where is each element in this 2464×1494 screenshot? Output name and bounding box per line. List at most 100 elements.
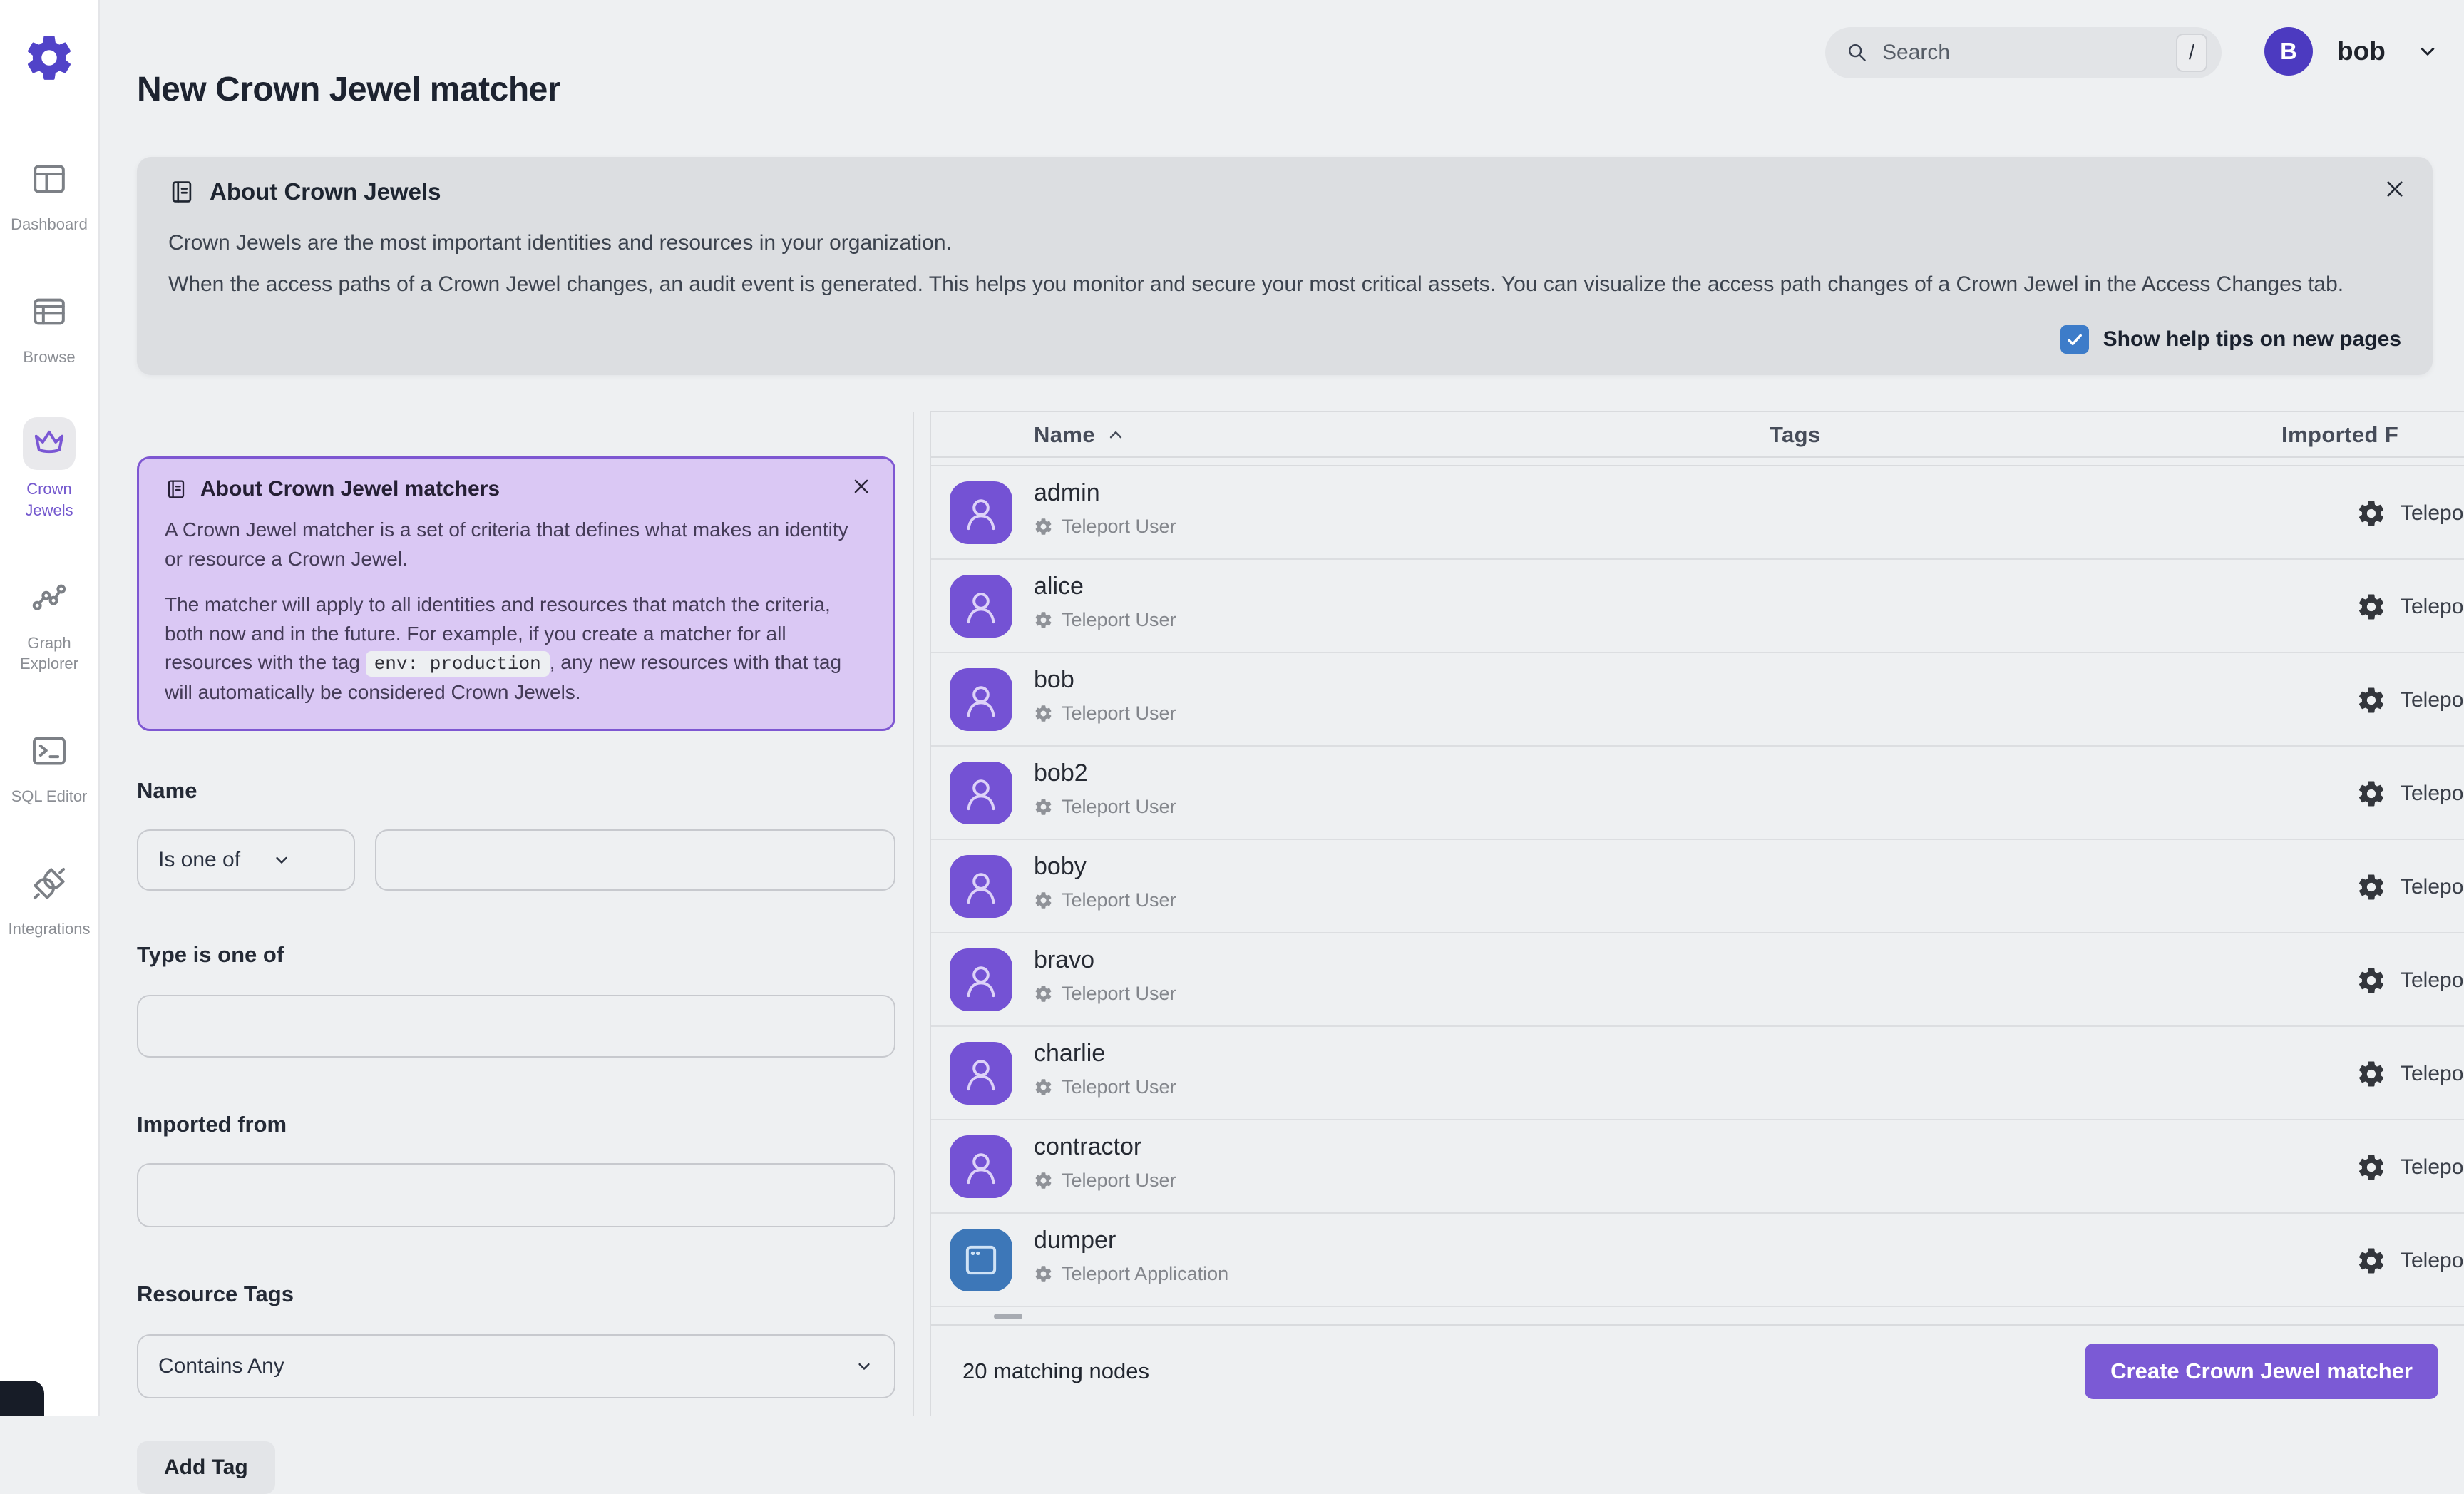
terminal-icon [29,731,69,771]
user-icon [950,948,1012,1011]
app-logo-gear-icon[interactable] [23,31,76,84]
imported-from-cell: Telepo [2356,933,2463,1027]
user-icon [950,855,1012,918]
sidebar-item-label: Browse [23,347,76,366]
table-row[interactable]: bravo Teleport User Telepo [931,933,2464,1027]
infobox-paragraph: The matcher will apply to all identities… [165,593,842,704]
type-value-input[interactable] [137,994,895,1058]
node-type: Teleport User [1062,609,1176,630]
table-row[interactable]: admin Teleport User Telepo [931,466,2464,560]
node-name: dumper [1034,1227,1116,1254]
sidebar-item-label: Crown Jewels [25,480,73,520]
user-icon [950,668,1012,731]
table-row[interactable]: contractor Teleport User Telepo [931,1120,2464,1214]
sidebar-item-label: SQL Editor [11,787,88,806]
bottom-corner-panel [0,1381,44,1416]
imported-from-cell: Telepo [2356,466,2463,560]
imported-from-value: Telepo [2401,594,2464,618]
node-type: Teleport User [1062,1170,1176,1191]
sidebar-item-dashboard[interactable]: Dashboard [11,153,88,235]
sidebar-item-browse[interactable]: Browse [23,285,76,368]
column-header-imported-from[interactable]: Imported F [2281,412,2398,458]
type-field-label: Type is one of [137,941,284,967]
matcher-form-panel: About Crown Jewel matchers A Crown Jewel… [137,456,895,1494]
gear-icon [2356,592,2386,622]
close-icon[interactable] [2383,177,2407,201]
search-bar[interactable]: / [1825,27,2222,78]
node-type: Teleport User [1062,702,1176,724]
app-window-icon [950,1229,1012,1291]
scrollbar-thumb[interactable] [994,1314,1022,1319]
user-icon [950,1042,1012,1105]
resource-tags-field-label: Resource Tags [137,1281,294,1306]
avatar[interactable]: B [2264,27,2313,76]
user-icon [950,575,1012,638]
node-name: bravo [1034,946,1095,973]
checkbox-label: Show help tips on new pages [2103,327,2401,351]
sidebar-item-integrations[interactable]: Integrations [9,857,90,940]
sidebar-nav: Dashboard Browse Crown Jewels Graph Explore… [5,153,93,940]
imported-from-cell: Telepo [2356,1214,2463,1307]
banner-paragraph: When the access paths of a Crown Jewel c… [168,272,2344,296]
gear-icon [1034,891,1053,910]
browse-icon [29,292,69,332]
table-row[interactable]: bob Teleport User Telepo [931,653,2464,747]
add-tag-button[interactable]: Add Tag [137,1441,275,1494]
user-icon [950,1135,1012,1198]
chevron-down-icon[interactable] [2416,39,2440,63]
gear-icon [2356,872,2386,902]
about-crown-jewels-banner: About Crown Jewels Crown Jewels are the … [137,157,2433,375]
gear-icon [1034,1171,1053,1190]
create-crown-jewel-matcher-button[interactable]: Create Crown Jewel matcher [2085,1343,2438,1399]
imported-from-value: Telepo [2401,1061,2464,1085]
gear-icon [2356,966,2386,996]
imported-from-cell: Telepo [2356,1120,2463,1214]
search-icon [1845,41,1869,65]
gear-icon [2356,1246,2386,1276]
search-input[interactable] [1882,41,2163,65]
user-menu[interactable]: B bob [2264,27,2440,76]
gear-icon [1034,1264,1053,1284]
imported-from-input[interactable] [137,1162,895,1227]
imported-from-cell: Telepo [2356,653,2463,747]
table-row[interactable]: charlie Teleport User Telepo [931,1027,2464,1120]
node-type: Teleport User [1062,983,1176,1004]
name-field-label: Name [137,777,197,803]
horizontal-scrollbar[interactable] [931,1307,2464,1326]
imported-from-cell: Telepo [2356,747,2463,840]
sidebar-item-sql-editor[interactable]: SQL Editor [11,725,88,807]
sidebar-item-label: Graph Explorer [20,633,78,673]
gear-icon [2356,1059,2386,1089]
table-row[interactable]: boby Teleport User Telepo [931,840,2464,933]
close-icon[interactable] [851,476,872,497]
name-value-input[interactable] [375,829,895,891]
node-name: charlie [1034,1040,1106,1067]
search-shortcut-key: / [2176,34,2207,72]
user-icon [950,762,1012,824]
table-row[interactable]: bob2 Teleport User Telepo [931,747,2464,840]
imported-from-field-label: Imported from [137,1111,287,1137]
imported-from-value: Telepo [2401,781,2464,805]
panel-divider [913,412,914,1416]
book-icon [165,478,188,501]
book-icon [168,178,195,205]
name-operator-select[interactable]: Is one of [137,829,355,891]
column-header-name[interactable]: Name [1034,412,1126,458]
matching-nodes-count: 20 matching nodes [962,1358,1149,1383]
show-help-tips-checkbox[interactable] [2060,325,2089,354]
table-row[interactable]: dumper Teleport Application Telepo [931,1214,2464,1307]
node-name: bob2 [1034,759,1088,787]
imported-from-value: Telepo [2401,1248,2464,1272]
sidebar-item-graph-explorer[interactable]: Graph Explorer [5,571,93,675]
node-type: Teleport User [1062,1076,1176,1098]
crown-icon [29,424,69,464]
gear-icon [2356,779,2386,809]
table-row[interactable]: alice Teleport User Telepo [931,560,2464,653]
plug-icon [29,864,69,904]
gear-icon [1034,610,1053,630]
column-header-tags[interactable]: Tags [1770,412,1821,458]
page-title: New Crown Jewel matcher [137,71,561,108]
sidebar-item-crown-jewels[interactable]: Crown Jewels [5,417,93,521]
sidebar: Dashboard Browse Crown Jewels Graph Explore… [0,0,100,1416]
tags-operator-select[interactable]: Contains Any [137,1334,895,1398]
